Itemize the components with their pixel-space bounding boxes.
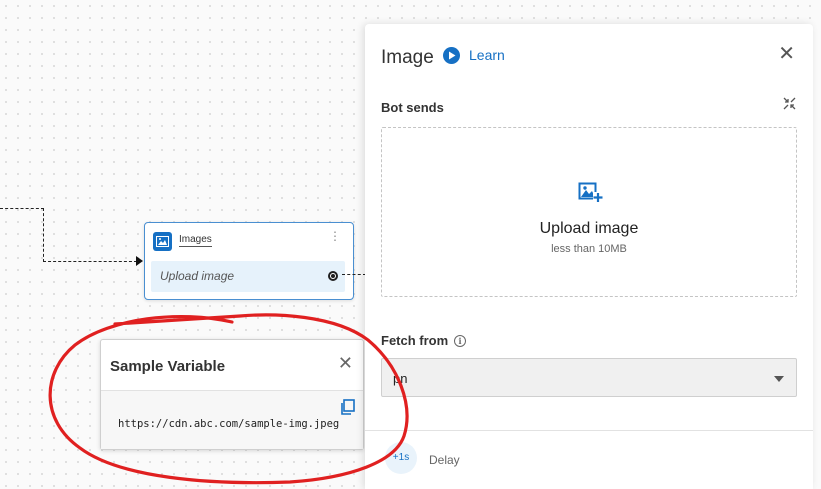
image-icon: [153, 232, 172, 251]
play-icon[interactable]: [443, 47, 460, 64]
add-delay-button[interactable]: +1s: [385, 442, 417, 474]
info-icon[interactable]: i: [454, 335, 466, 347]
fetch-from-select[interactable]: pn: [381, 358, 797, 397]
fetch-from-label: Fetch from: [381, 333, 449, 348]
images-node[interactable]: Images ⋮ Upload image: [144, 222, 354, 300]
node-content[interactable]: Upload image: [151, 261, 345, 292]
node-title: Images: [179, 234, 212, 247]
sample-url: https://cdn.abc.com/sample-img.jpeg: [118, 418, 340, 430]
upload-title: Upload image: [539, 220, 639, 237]
kebab-menu-icon[interactable]: ⋮: [329, 230, 341, 242]
divider: [365, 430, 813, 431]
fetch-from-value: pn: [393, 371, 408, 386]
connector-line: [43, 208, 44, 262]
chevron-down-icon: [774, 376, 784, 382]
node-content-text: Upload image: [160, 269, 235, 283]
upload-size-hint: less than 10MB: [551, 243, 627, 255]
popup-title: Sample Variable: [110, 358, 226, 375]
connector-arrow: [136, 256, 143, 266]
connector-line: [0, 208, 44, 209]
popup-body: https://cdn.abc.com/sample-img.jpeg: [101, 391, 363, 449]
copy-icon[interactable]: [339, 399, 355, 416]
add-image-icon: [578, 180, 604, 204]
connector-line: [342, 274, 366, 275]
connector-line: [43, 261, 137, 262]
close-icon[interactable]: ✕: [338, 354, 353, 372]
learn-link[interactable]: Learn: [469, 47, 505, 63]
panel-title: Image: [381, 47, 434, 68]
close-icon[interactable]: ✕: [778, 44, 795, 64]
image-settings-panel: Image Learn ✕ Bot sends Upload image les…: [365, 24, 813, 489]
sample-variable-popup: Sample Variable ✕ https://cdn.abc.com/sa…: [100, 339, 364, 450]
minimize-icon[interactable]: [783, 97, 796, 110]
output-port-icon[interactable]: [328, 271, 338, 281]
bot-sends-label: Bot sends: [381, 100, 444, 115]
upload-image-dropzone[interactable]: Upload image less than 10MB: [381, 127, 797, 297]
delay-label: Delay: [429, 453, 460, 467]
